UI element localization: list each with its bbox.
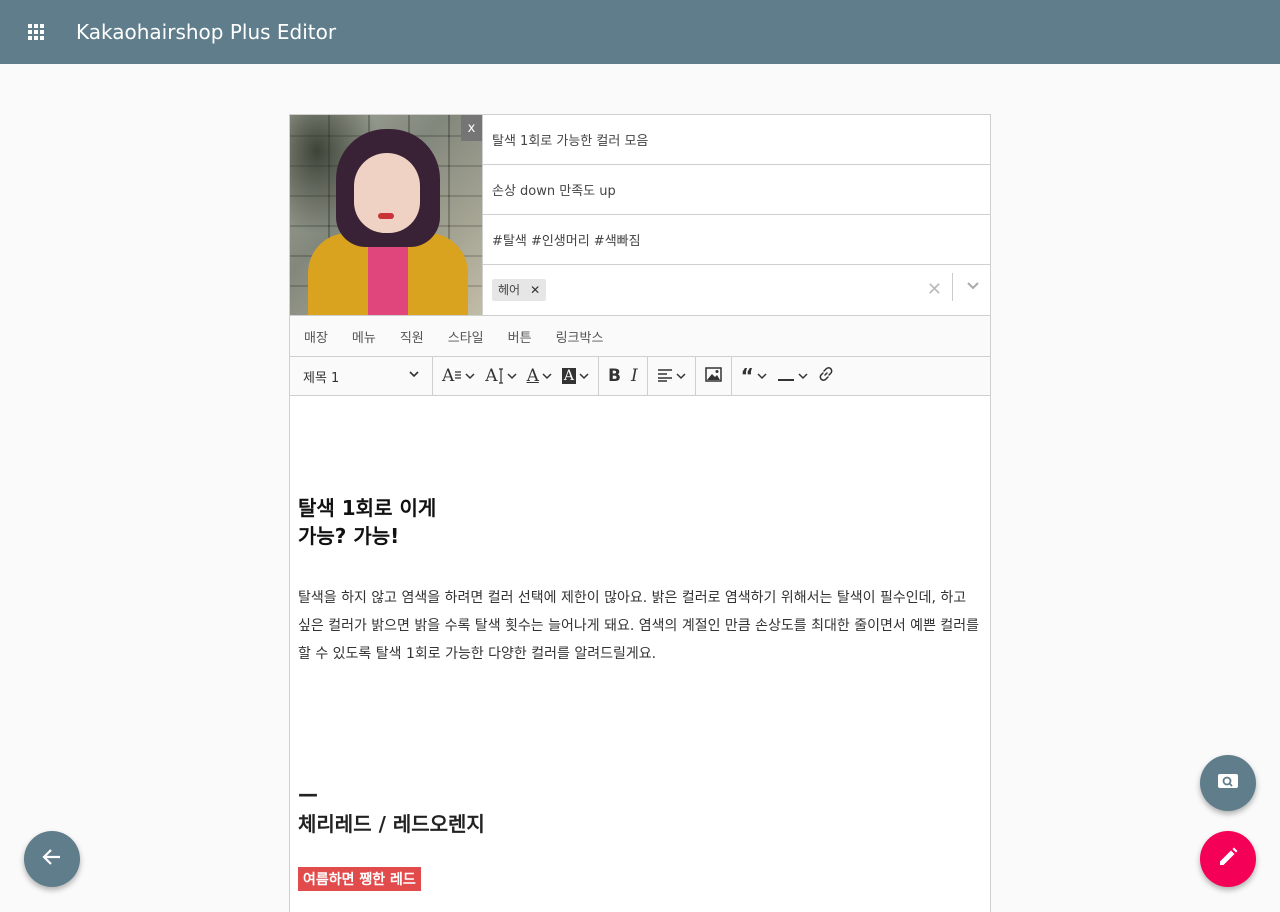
app-title: Kakaohairshop Plus Editor: [76, 20, 337, 44]
font-color-icon: A: [526, 366, 539, 386]
image-search-icon: [1217, 772, 1239, 794]
tab-store[interactable]: 매장: [304, 327, 328, 346]
select-divider: [952, 273, 953, 301]
post-header-block: x 탈색 1회로 가능한 컬러 모음 손상 down 만족도 up #탈색 #인…: [290, 115, 990, 315]
font-format-group: A A A A: [433, 357, 599, 395]
remove-image-button[interactable]: x: [461, 115, 482, 141]
divider-button[interactable]: [772, 361, 813, 391]
quote-button[interactable]: “: [736, 361, 772, 391]
content-heading-line2: 가능? 가능!: [298, 524, 400, 548]
block-group: “: [732, 357, 843, 395]
hashtag-field[interactable]: #탈색 #인생머리 #색빠짐: [483, 215, 990, 265]
media-group: [696, 357, 732, 395]
tab-linkbox[interactable]: 링크박스: [556, 327, 604, 346]
heading-select[interactable]: 제목 1: [290, 357, 433, 395]
tab-button[interactable]: 버튼: [508, 327, 532, 346]
background-color-icon: A: [561, 368, 576, 384]
category-chip: 헤어 ✕: [492, 278, 547, 301]
tab-menu[interactable]: 메뉴: [352, 327, 376, 346]
font-size-icon: A: [442, 366, 455, 386]
section-title: 체리레드 / 레드오렌지: [298, 812, 485, 836]
category-chip-label: 헤어: [498, 283, 521, 297]
background-color-button[interactable]: A: [557, 361, 594, 391]
subtitle-field[interactable]: 손상 down 만족도 up: [483, 165, 990, 215]
image-icon: [704, 366, 722, 386]
align-group: [648, 357, 696, 395]
edit-button[interactable]: [1200, 831, 1256, 887]
cover-image[interactable]: x: [290, 115, 482, 315]
line-height-button[interactable]: A: [480, 361, 521, 391]
post-meta-fields: 탈색 1회로 가능한 컬러 모음 손상 down 만족도 up #탈색 #인생머…: [482, 115, 990, 315]
link-button[interactable]: [813, 361, 839, 391]
link-icon: [818, 366, 834, 386]
tab-staff[interactable]: 직원: [400, 327, 424, 346]
bold-icon: B: [607, 366, 621, 386]
title-field[interactable]: 탈색 1회로 가능한 컬러 모음: [483, 115, 990, 165]
insert-image-button[interactable]: [700, 361, 727, 391]
chevron-down-icon[interactable]: [966, 277, 980, 296]
chevron-down-icon: [408, 368, 420, 384]
italic-icon: I: [630, 366, 638, 386]
font-color-button[interactable]: A: [522, 361, 557, 391]
editor-content[interactable]: 탈색 1회로 이게 가능? 가능! 탈색을 하지 않고 염색을 하려면 컬러 선…: [290, 396, 990, 891]
tab-style[interactable]: 스타일: [448, 327, 484, 346]
apps-menu-button[interactable]: [0, 0, 72, 64]
clear-selection-icon[interactable]: ✕: [927, 279, 942, 300]
content-dash: —: [298, 782, 318, 806]
content-heading-line1: 탈색 1회로 이게: [298, 496, 437, 520]
preview-search-button[interactable]: [1200, 755, 1256, 811]
bold-button[interactable]: B: [603, 361, 626, 391]
post-editor: x 탈색 1회로 가능한 컬러 모음 손상 down 만족도 up #탈색 #인…: [289, 114, 991, 912]
heading-select-value: 제목 1: [303, 370, 340, 386]
align-left-icon: [657, 367, 673, 386]
app-bar: Kakaohairshop Plus Editor: [0, 0, 1280, 64]
horizontal-rule-icon: [777, 367, 795, 386]
arrow-left-icon: [41, 846, 63, 872]
format-toolbar: 제목 1 A A A A B I “: [290, 357, 990, 396]
highlight-label: 여름하면 쨍한 레드: [298, 867, 421, 891]
line-height-icon: A: [485, 366, 498, 386]
content-paragraph: 탈색을 하지 않고 염색을 하려면 컬러 선택에 제한이 많아요. 밝은 컬러로…: [298, 590, 980, 662]
italic-button[interactable]: I: [626, 361, 643, 391]
font-size-button[interactable]: A: [437, 361, 480, 391]
insert-tabs: 매장 메뉴 직원 스타일 버튼 링크박스: [290, 315, 990, 357]
remove-chip-icon[interactable]: ✕: [530, 283, 540, 297]
text-style-group: B I: [599, 357, 648, 395]
category-select[interactable]: 헤어 ✕ ✕: [483, 265, 990, 314]
align-button[interactable]: [652, 361, 691, 391]
apps-grid-icon: [28, 24, 44, 40]
back-button[interactable]: [24, 831, 80, 887]
pencil-icon: [1217, 846, 1239, 872]
quote-icon: “: [740, 364, 754, 388]
